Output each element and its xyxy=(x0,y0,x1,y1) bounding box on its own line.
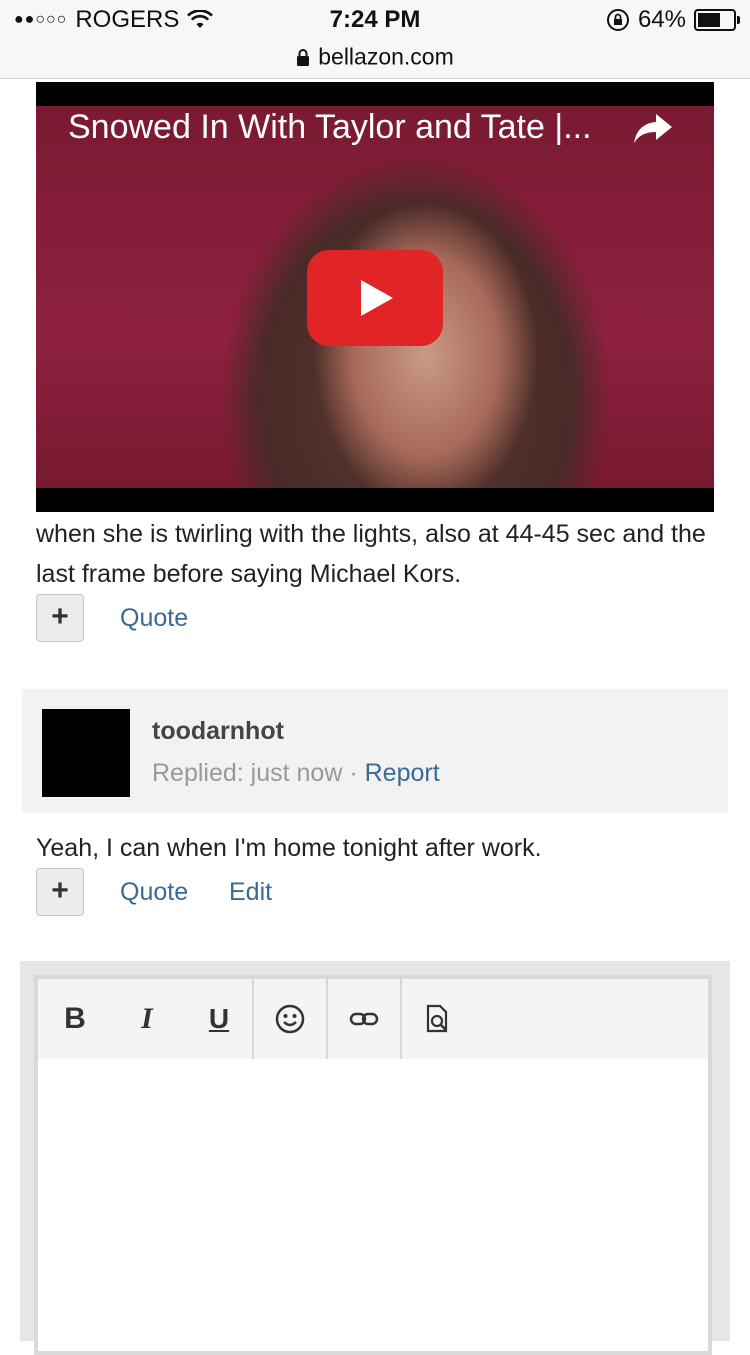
video-title[interactable]: Snowed In With Taylor and Tate |... xyxy=(68,108,592,147)
status-right: 64% xyxy=(606,6,740,34)
play-icon xyxy=(361,280,393,316)
avatar[interactable] xyxy=(42,709,130,797)
italic-button[interactable]: I xyxy=(124,979,170,1059)
address-bar[interactable]: bellazon.com xyxy=(0,42,750,79)
emoji-button[interactable] xyxy=(254,979,326,1059)
reply-author-header: toodarnhot Replied: just now · Report xyxy=(22,689,728,813)
quote-link[interactable]: Quote xyxy=(120,878,188,907)
author-name[interactable]: toodarnhot xyxy=(152,717,284,746)
bold-button[interactable]: B xyxy=(52,979,98,1059)
reply-meta: Replied: just now · Report xyxy=(152,759,440,788)
battery-icon xyxy=(694,9,740,31)
smiley-icon xyxy=(275,1004,305,1034)
meta-separator: · xyxy=(349,759,358,787)
underline-button[interactable]: U xyxy=(196,979,242,1059)
reply-editor-container: B I U xyxy=(20,961,730,1355)
reply-time: Replied: just now xyxy=(152,759,343,787)
battery-percent: 64% xyxy=(637,6,686,33)
link-button[interactable] xyxy=(328,979,400,1059)
reply-text-area[interactable] xyxy=(38,1059,708,1351)
preview-icon xyxy=(426,1004,448,1033)
plus-button[interactable]: + xyxy=(36,594,84,642)
reply-text: Yeah, I can when I'm home tonight after … xyxy=(36,834,542,862)
share-icon[interactable] xyxy=(632,112,674,144)
lock-icon xyxy=(297,48,310,66)
play-button[interactable] xyxy=(307,250,443,346)
plus-button[interactable]: + xyxy=(36,868,84,916)
report-link[interactable]: Report xyxy=(365,759,440,787)
rich-text-editor: B I U xyxy=(34,975,712,1355)
preview-button[interactable] xyxy=(402,979,474,1059)
link-icon xyxy=(349,1012,379,1026)
quote-link[interactable]: Quote xyxy=(120,604,188,633)
edit-link[interactable]: Edit xyxy=(229,878,272,907)
status-bar: ●●○○○ ROGERS 7:24 PM 64% xyxy=(0,0,750,42)
url-text: bellazon.com xyxy=(318,43,454,70)
post-text: when she is twirling with the lights, al… xyxy=(36,520,706,588)
rotation-lock-icon xyxy=(606,9,629,31)
video-embed[interactable]: Snowed In With Taylor and Tate |... xyxy=(36,82,714,512)
editor-toolbar: B I U xyxy=(38,979,708,1059)
